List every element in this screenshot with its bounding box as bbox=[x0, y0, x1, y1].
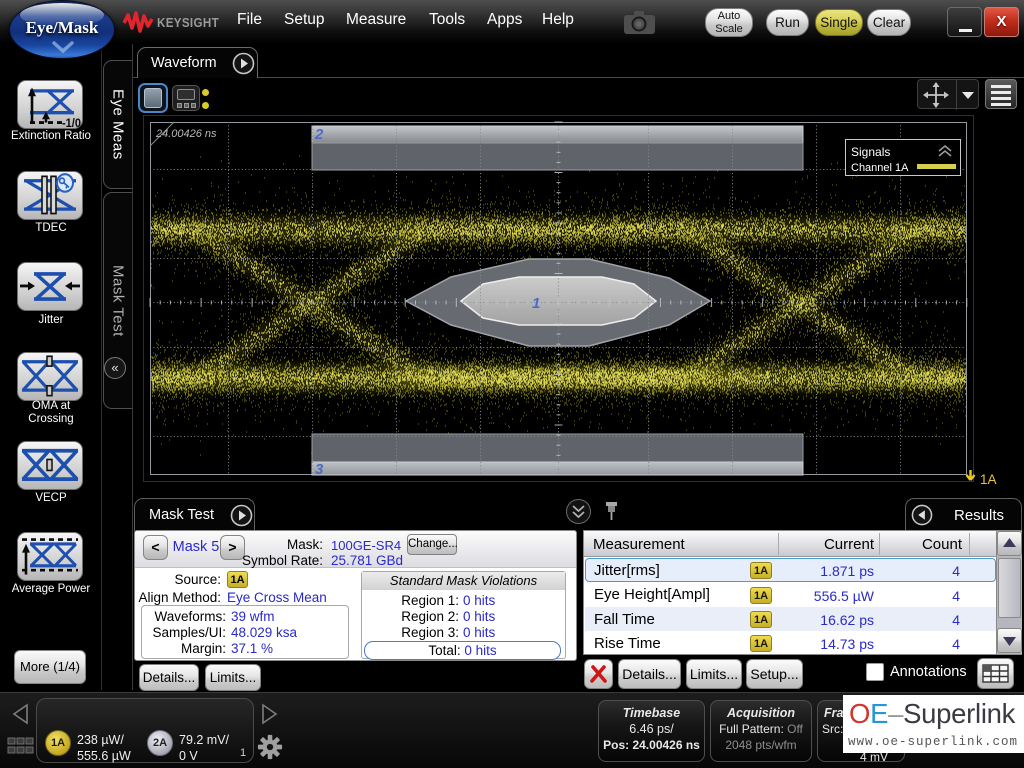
svg-text:Channel 1A: Channel 1A bbox=[851, 162, 909, 174]
svg-text:3: 3 bbox=[315, 461, 324, 478]
svg-text:1A: 1A bbox=[980, 472, 997, 487]
svg-text:-1/0: -1/0 bbox=[62, 118, 81, 128]
svg-text:2: 2 bbox=[314, 126, 324, 143]
svg-text:Signals: Signals bbox=[851, 145, 890, 159]
svg-text:24.00426 ns: 24.00426 ns bbox=[155, 128, 217, 140]
svg-text:1: 1 bbox=[532, 295, 540, 312]
